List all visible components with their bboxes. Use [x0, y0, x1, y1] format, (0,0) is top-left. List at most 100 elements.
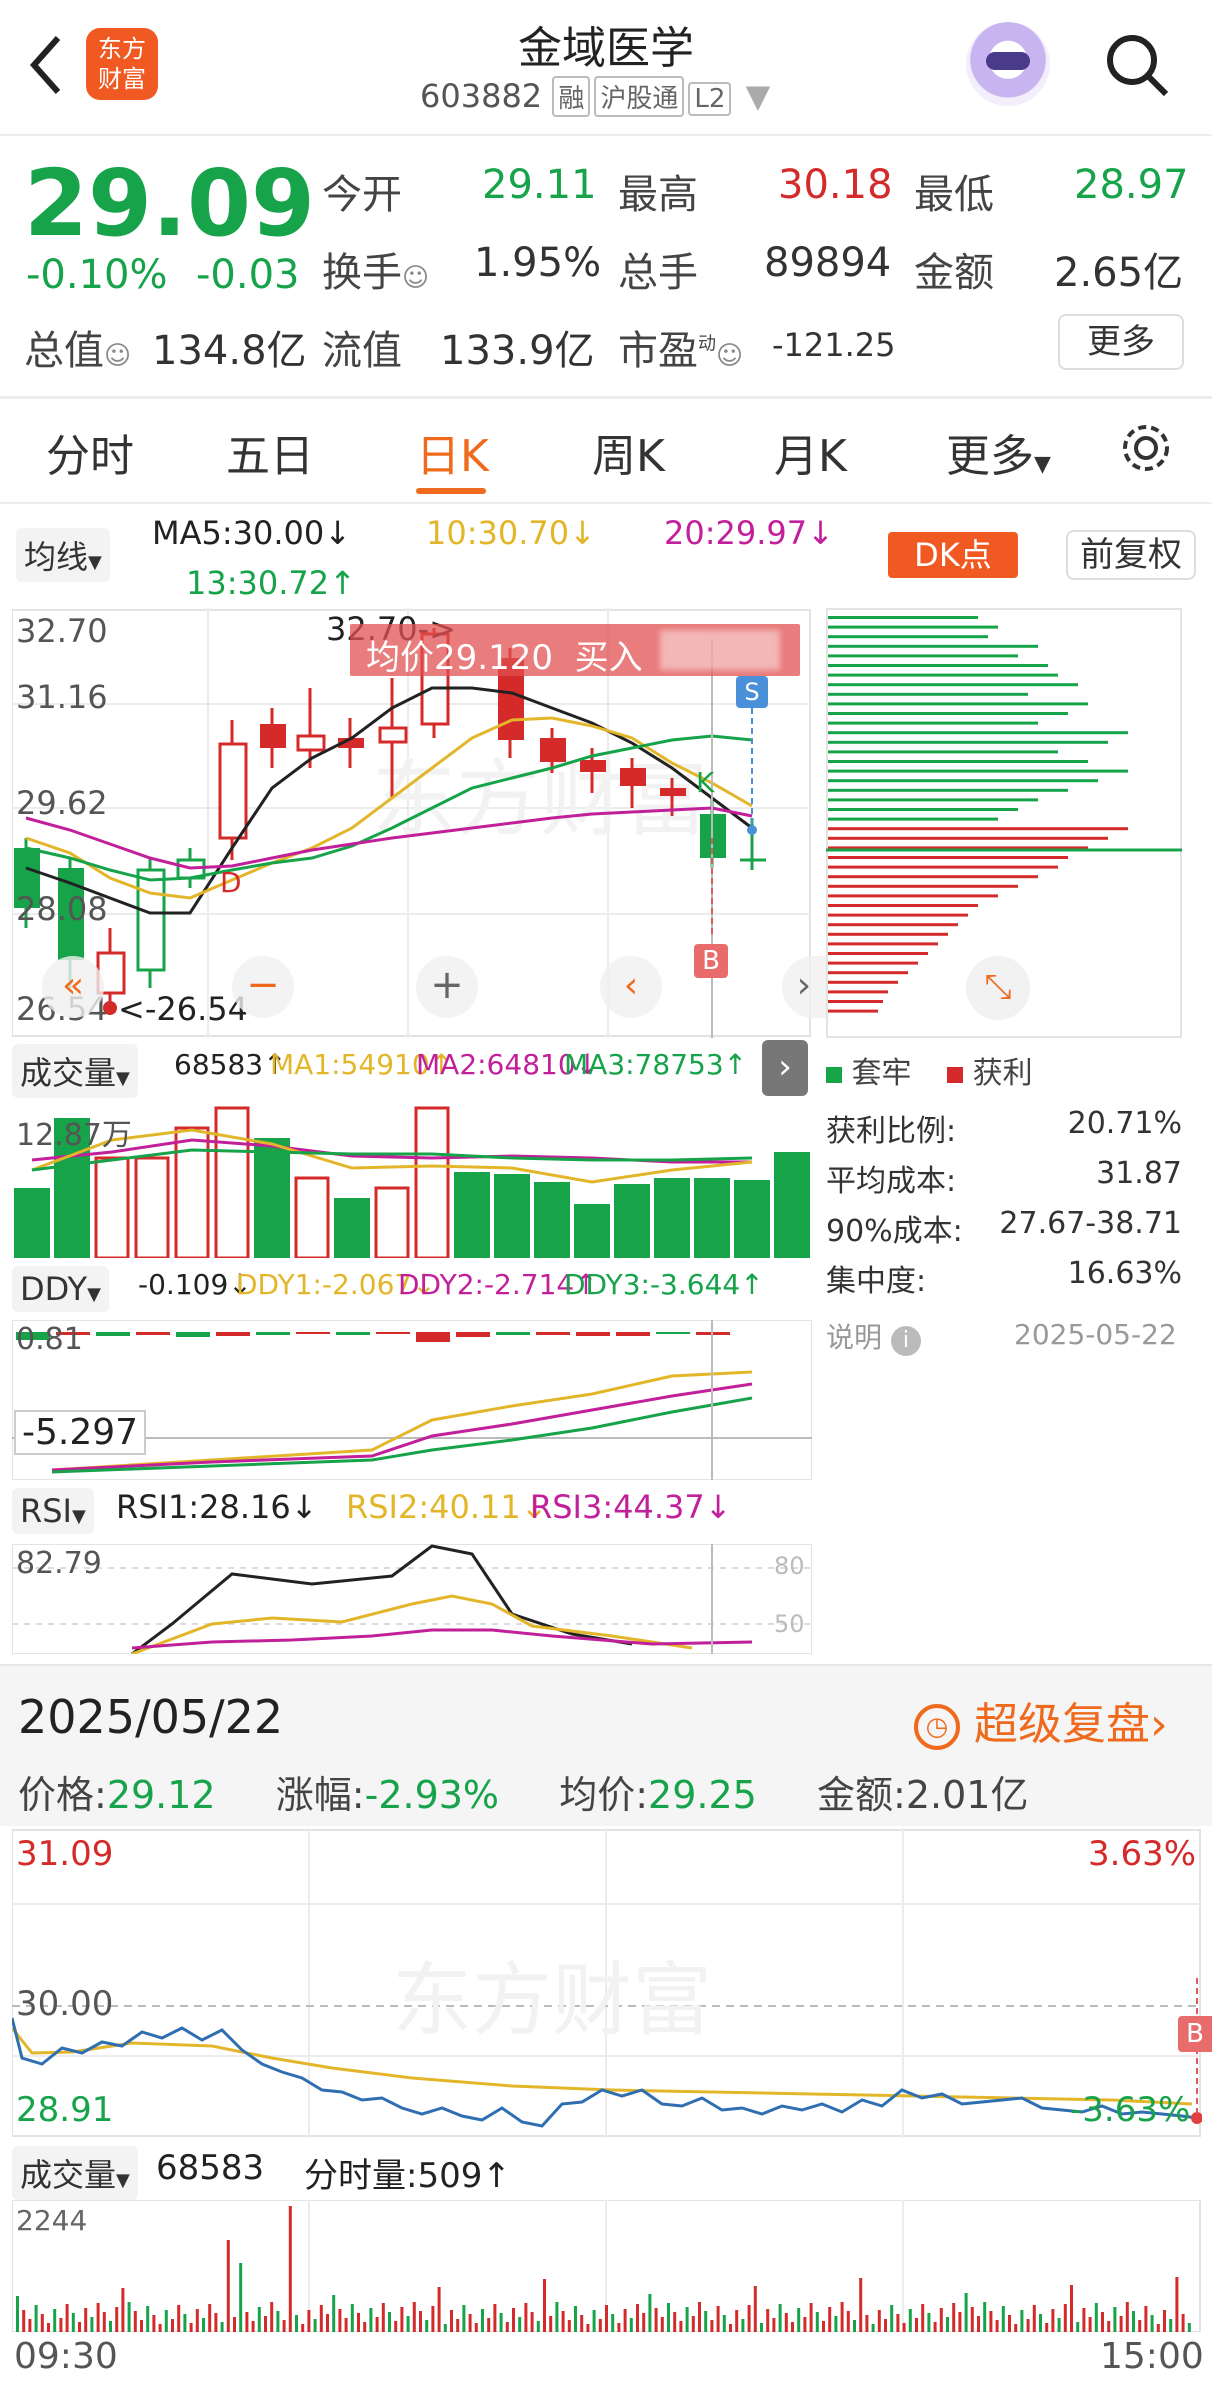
chip-bar [828, 779, 1098, 783]
super-replay-link[interactable]: ◷ 超级复盘› [914, 1688, 1168, 1752]
robot-avatar-icon[interactable] [966, 22, 1050, 106]
tick-volume-bar [34, 2305, 38, 2332]
tag-margin: 融 [552, 76, 591, 117]
more-button[interactable]: 更多 [1058, 314, 1184, 370]
last-price: 29.09 [24, 150, 316, 257]
info-icon[interactable]: ☺ [402, 263, 429, 293]
tick-volume-bar [704, 2311, 708, 2332]
ddy-chart [12, 1320, 812, 1480]
tick-volume-bar [288, 2206, 292, 2332]
low-annotation: <-26.54 [118, 990, 248, 1028]
ddy-bar [616, 1332, 650, 1336]
chip-bar [828, 808, 1018, 811]
stock-code-row[interactable]: 603882 融沪股通 L2 ▼ [420, 76, 770, 117]
tab-weekly-k[interactable]: 周K [592, 420, 665, 484]
chip-bar [828, 836, 1108, 840]
tick-volume-bar [853, 2320, 856, 2332]
intraday-y-bottom: 28.91 [16, 2090, 114, 2130]
scroll-left-fast-button[interactable]: « [42, 956, 104, 1018]
zoom-out-button[interactable]: − [232, 956, 294, 1018]
tab-intraday[interactable]: 分时 [46, 420, 134, 484]
tick-volume-bar [121, 2288, 125, 2332]
sell-mark[interactable]: S [736, 676, 768, 708]
dk-point-button[interactable]: DK点 [888, 532, 1018, 578]
tab-more[interactable]: 更多▼ [946, 420, 1051, 484]
tick-volume-bar [592, 2310, 596, 2332]
intraday-chart[interactable]: 东方财富 [12, 1828, 1202, 2138]
chip-note[interactable]: 说明 i [826, 1316, 921, 1356]
tick-volume-bar [989, 2311, 993, 2332]
gear-icon[interactable] [1118, 420, 1174, 476]
panel-expand-button[interactable]: › [762, 1040, 808, 1096]
tick-volume-bar [1057, 2318, 1061, 2332]
tick-volume-bar [549, 2316, 553, 2332]
tick-volume-bar [518, 2317, 522, 2332]
tick-volume-bar [524, 2303, 528, 2332]
intraday-date: 2025/05/22 [18, 1690, 284, 1744]
tick-volume-bar [611, 2314, 615, 2332]
tick-volume-bar [1039, 2314, 1042, 2332]
tick-volume-bar [1138, 2320, 1142, 2332]
volume-y-label: 12.87万 [16, 1118, 132, 1153]
tick-volume-bar [462, 2305, 466, 2332]
tab-monthly-k[interactable]: 月K [774, 420, 847, 484]
svg-text:东方财富: 东方财富 [392, 1954, 712, 2047]
tick-volume-bar [412, 2302, 416, 2332]
zoom-in-button[interactable]: + [416, 956, 478, 1018]
tab-active-indicator [416, 488, 486, 494]
rsi-indicator-select[interactable]: RSI▼ [12, 1488, 94, 1534]
open-value: 29.11 [482, 162, 597, 208]
buy-mark[interactable]: B [694, 944, 728, 978]
ddy-bar [136, 1332, 170, 1335]
tick-volume-bar [921, 2304, 925, 2332]
tick-volume: 分时量:509↑ [304, 2156, 511, 2196]
tab-five-day[interactable]: 五日 [226, 420, 314, 484]
tick-volume-bar [648, 2294, 652, 2332]
tick-volume-bar [741, 2319, 745, 2332]
ma-select[interactable]: 均线▼ [16, 528, 110, 582]
tick-volume-bar [536, 2321, 540, 2332]
expand-icon[interactable]: ⤡ [966, 956, 1030, 1020]
tick-volume-bar [567, 2320, 571, 2332]
tick-volume-bar [822, 2321, 825, 2332]
volume-bar [334, 1198, 370, 1258]
tick-volume-bar [164, 2310, 168, 2332]
tick-volume-bar [22, 2310, 26, 2332]
tick-volume-bar [332, 2295, 336, 2332]
volume-bar [174, 1126, 210, 1258]
tick-volume-bar [617, 2323, 621, 2332]
tick-volume-bar [716, 2306, 720, 2332]
intraday-buy-mark[interactable]: B [1178, 2016, 1212, 2052]
tick-volume-bar [481, 2309, 484, 2332]
tick-volume-bar [394, 2321, 398, 2332]
chip-bar [828, 664, 1048, 667]
legend-trapped: 套牢 [851, 1056, 912, 1091]
tick-volume-bar [158, 2324, 162, 2332]
tick-volume-bar [245, 2312, 249, 2332]
scroll-left-button[interactable]: ‹ [600, 956, 662, 1018]
tick-volume-bar [202, 2318, 205, 2332]
adjust-button[interactable]: 前复权 [1066, 530, 1196, 580]
ddy-bar [176, 1332, 210, 1337]
ddy-indicator-select[interactable]: DDY▼ [12, 1266, 109, 1312]
intraday-volume-select[interactable]: 成交量▼ [12, 2146, 138, 2200]
tick-volume-bar [133, 2311, 137, 2332]
info-icon[interactable]: ☺ [104, 341, 131, 371]
info-icon: i [890, 1326, 921, 1356]
volume-ma3: MA3:78753↑ [564, 1048, 748, 1081]
search-icon[interactable] [1102, 30, 1172, 100]
tick-volume-bar [977, 2316, 980, 2332]
tab-daily-k[interactable]: 日K [416, 420, 489, 484]
info-icon[interactable]: ☺ [716, 341, 743, 371]
tick-volume-bar [840, 2302, 844, 2332]
tick-volume-bar [270, 2302, 274, 2332]
ma20-value: 20:29.97↓ [664, 514, 834, 552]
volume-bar [534, 1182, 570, 1258]
tick-volume-bar [493, 2304, 497, 2332]
tick-volume-bar [865, 2315, 869, 2332]
rsi2-value: RSI2:40.11↓ [346, 1488, 548, 1526]
volume-indicator-select[interactable]: 成交量▼ [12, 1044, 138, 1098]
chip-bar [828, 932, 948, 936]
open-label: 今开 [322, 172, 402, 218]
tick-volume-bar [1014, 2324, 1018, 2332]
